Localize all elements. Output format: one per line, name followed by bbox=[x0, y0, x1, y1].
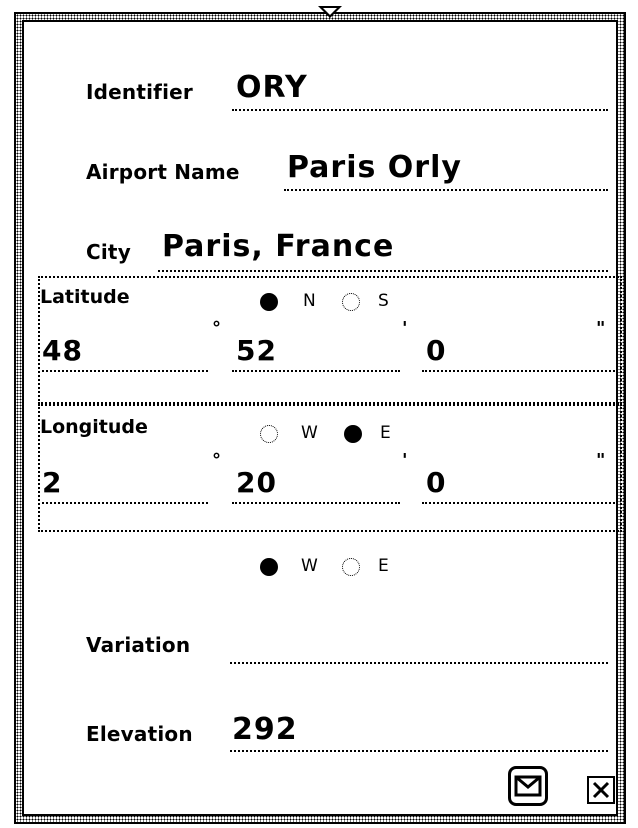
elevation-field[interactable]: 292 bbox=[232, 712, 298, 747]
elevation-label: Elevation bbox=[86, 722, 193, 746]
latitude-south-radio[interactable] bbox=[342, 293, 360, 311]
latitude-degrees-field[interactable]: 48 bbox=[42, 334, 83, 367]
send-button[interactable] bbox=[508, 766, 548, 806]
variation-label: Variation bbox=[86, 633, 191, 657]
latitude-seconds-field[interactable]: 0 bbox=[426, 334, 446, 367]
latitude-label: Latitude bbox=[40, 286, 130, 308]
identifier-label: Identifier bbox=[86, 80, 193, 104]
minute-symbol: ' bbox=[402, 318, 408, 339]
degree-symbol: ° bbox=[212, 450, 221, 471]
second-symbol: " bbox=[596, 450, 606, 471]
airport-name-field[interactable]: Paris Orly bbox=[287, 150, 462, 185]
city-field[interactable]: Paris, France bbox=[162, 229, 394, 264]
identifier-field[interactable]: ORY bbox=[236, 70, 308, 105]
longitude-degrees-field[interactable]: 2 bbox=[42, 466, 62, 499]
minute-symbol: ' bbox=[402, 450, 408, 471]
longitude-east-label: E bbox=[380, 423, 391, 443]
close-icon bbox=[592, 781, 610, 799]
latitude-north-label: N bbox=[303, 291, 316, 311]
longitude-seconds-field[interactable]: 0 bbox=[426, 466, 446, 499]
city-label: City bbox=[86, 240, 131, 264]
variation-west-radio[interactable] bbox=[260, 558, 278, 576]
envelope-icon bbox=[514, 775, 542, 797]
variation-east-radio[interactable] bbox=[342, 558, 360, 576]
latitude-south-label: S bbox=[378, 291, 389, 311]
latitude-north-radio[interactable] bbox=[260, 293, 278, 311]
close-button[interactable] bbox=[587, 776, 615, 804]
degree-symbol: ° bbox=[212, 318, 221, 339]
longitude-minutes-field[interactable]: 20 bbox=[236, 466, 277, 499]
longitude-east-radio[interactable] bbox=[344, 425, 362, 443]
second-symbol: " bbox=[596, 318, 606, 339]
longitude-west-label: W bbox=[301, 423, 318, 443]
variation-east-label: E bbox=[378, 556, 389, 576]
variation-west-label: W bbox=[301, 556, 318, 576]
latitude-minutes-field[interactable]: 52 bbox=[236, 334, 277, 367]
longitude-label: Longitude bbox=[40, 416, 148, 438]
longitude-west-radio[interactable] bbox=[260, 425, 278, 443]
airport-name-label: Airport Name bbox=[86, 160, 240, 184]
